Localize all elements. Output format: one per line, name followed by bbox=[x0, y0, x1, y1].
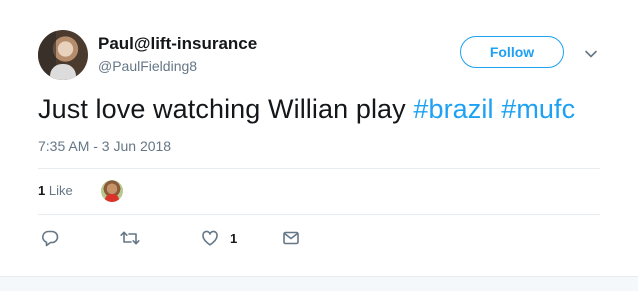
heart-icon bbox=[202, 230, 218, 246]
liker-avatar[interactable] bbox=[101, 180, 123, 202]
direct-message-button[interactable] bbox=[281, 226, 301, 250]
likes-count: 1 bbox=[38, 183, 46, 198]
retweet-button[interactable] bbox=[119, 226, 141, 250]
like-count: 1 bbox=[230, 230, 238, 246]
tweet-card: Paul@lift-insurance @PaulFielding8 Follo… bbox=[0, 0, 638, 276]
hashtag-link[interactable]: #mufc bbox=[501, 94, 575, 124]
liker-jersey bbox=[105, 194, 119, 202]
reply-button[interactable] bbox=[40, 226, 60, 250]
footer-strip bbox=[0, 276, 638, 291]
tweet-text: Just love watching Willian play #brazil … bbox=[38, 94, 575, 125]
action-bar: 1 bbox=[0, 226, 638, 250]
divider bbox=[38, 168, 600, 169]
retweet-icon bbox=[120, 231, 140, 245]
envelope-icon bbox=[283, 231, 299, 245]
like-button[interactable]: 1 bbox=[200, 226, 237, 250]
follow-button[interactable]: Follow bbox=[460, 36, 564, 68]
user-handle[interactable]: @PaulFielding8 bbox=[98, 58, 197, 74]
chevron-down-icon[interactable] bbox=[583, 46, 599, 62]
reply-icon bbox=[42, 230, 59, 247]
likes-summary[interactable]: 1 Like bbox=[38, 183, 73, 198]
tweet-text-plain: Just love watching Willian play bbox=[38, 94, 414, 124]
divider bbox=[38, 214, 600, 215]
hashtag-link[interactable]: #brazil bbox=[413, 94, 493, 124]
display-name[interactable]: Paul@lift-insurance bbox=[98, 34, 257, 54]
likes-label: Like bbox=[48, 183, 73, 198]
user-avatar[interactable] bbox=[38, 30, 88, 80]
tweet-timestamp[interactable]: 7:35 AM - 3 Jun 2018 bbox=[38, 138, 171, 154]
avatar-shirt bbox=[50, 64, 76, 80]
